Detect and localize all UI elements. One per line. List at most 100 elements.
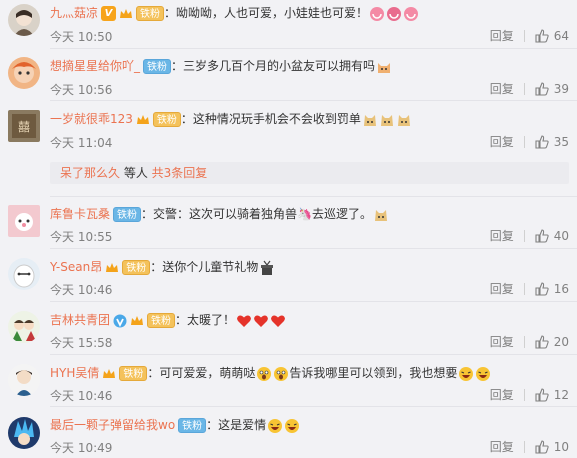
- timestamp: 今天 10:56: [50, 83, 113, 97]
- gift-emoji-icon: [261, 260, 274, 275]
- crown-icon: [131, 315, 144, 325]
- avatar[interactable]: [8, 258, 40, 290]
- avatar[interactable]: [8, 364, 40, 396]
- divider: [50, 248, 577, 249]
- sub-reply-user[interactable]: 呆了那么久: [60, 166, 120, 180]
- avatar[interactable]: [8, 4, 40, 36]
- avatar[interactable]: 囍: [8, 110, 40, 142]
- doge-emoji-icon: [397, 114, 410, 126]
- divider: [50, 301, 577, 302]
- thumbs-up-icon: [535, 28, 549, 43]
- doge-emoji-icon: [363, 114, 376, 126]
- like-button[interactable]: 20: [535, 335, 569, 349]
- divider: [50, 354, 577, 355]
- username[interactable]: 库鲁卡瓦桑: [50, 207, 110, 221]
- timestamp: 今天 10:50: [50, 30, 113, 44]
- reply-button[interactable]: 回复: [490, 27, 514, 44]
- blue-verified-icon: [113, 314, 127, 327]
- lollipop-emoji-icon: [387, 6, 402, 21]
- like-button[interactable]: 64: [535, 29, 569, 43]
- lollipop-emoji-icon: [370, 6, 385, 21]
- svg-text:囍: 囍: [18, 120, 30, 134]
- shocked-face-emoji-icon: [257, 366, 272, 381]
- avatar[interactable]: [8, 205, 40, 237]
- divider: [50, 48, 577, 49]
- divider: [523, 335, 525, 348]
- comment-text: ：这种情况玩手机会不会收到罚单: [180, 112, 361, 126]
- username[interactable]: Y-Sean昂: [50, 260, 102, 274]
- divider: [523, 440, 525, 453]
- divider: [50, 406, 577, 407]
- fan-badge: 铁粉: [122, 260, 151, 275]
- reply-button[interactable]: 回复: [490, 133, 514, 150]
- like-count: 39: [553, 81, 569, 96]
- like-count: 10: [553, 439, 569, 454]
- username[interactable]: 一岁就很乖123: [50, 112, 133, 126]
- comment-text: ：这是爱情: [206, 418, 267, 432]
- thumbs-up-icon: [535, 134, 549, 149]
- reply-button[interactable]: 回复: [490, 333, 514, 350]
- avatar[interactable]: [8, 57, 40, 89]
- like-count: 20: [553, 334, 569, 349]
- like-button[interactable]: 10: [535, 440, 569, 454]
- username[interactable]: 九灬菇凉: [50, 6, 98, 20]
- sub-reply-others: 等人: [120, 166, 152, 180]
- heart-icon: [271, 315, 285, 327]
- like-button[interactable]: 39: [535, 82, 569, 96]
- comment-text: ：呦呦呦，人也可爱，小娃娃也可爱！: [164, 6, 369, 20]
- thumbs-up-icon: [535, 439, 549, 454]
- heart-icon: [237, 315, 251, 327]
- fan-badge: 铁粉: [178, 418, 207, 433]
- reply-button[interactable]: 回复: [490, 80, 514, 97]
- fan-badge: 铁粉: [152, 112, 181, 127]
- fan-badge: 铁粉: [147, 313, 176, 328]
- verified-badge-icon: V: [101, 6, 117, 21]
- divider: [50, 196, 577, 197]
- comment-text: ：送你个儿童节礼物: [150, 260, 259, 274]
- username[interactable]: 想摘星星给你吖_: [50, 59, 140, 73]
- thumbs-up-icon: [535, 281, 549, 296]
- heart-icon: [254, 315, 268, 327]
- timestamp: 今天 10:55: [50, 230, 113, 244]
- comment-text: ：交警：这次可以骑着独角兽🦄去巡逻了。: [141, 207, 372, 221]
- reply-button[interactable]: 回复: [490, 280, 514, 297]
- crown-icon: [106, 262, 119, 272]
- thumbs-up-icon: [535, 387, 549, 402]
- timestamp: 今天 11:04: [50, 136, 113, 150]
- laughing-face-emoji-icon: [459, 366, 474, 381]
- like-button[interactable]: 35: [535, 135, 569, 149]
- view-replies-link[interactable]: 共3条回复: [152, 166, 208, 180]
- comment-text: ：可可爱爱，萌萌哒: [147, 366, 256, 380]
- divider: [523, 229, 525, 242]
- divider: [523, 135, 525, 148]
- username[interactable]: HYH吴倩: [50, 366, 99, 380]
- like-count: 64: [553, 28, 569, 43]
- divider: [523, 29, 525, 42]
- doge-emoji-icon: [380, 114, 393, 126]
- username[interactable]: 吉林共青团: [50, 313, 110, 327]
- shocked-face-emoji-icon: [274, 366, 289, 381]
- crown-icon: [120, 8, 133, 18]
- like-button[interactable]: 40: [535, 229, 569, 243]
- crown-icon: [103, 368, 116, 378]
- username[interactable]: 最后一颗子弹留给我wo: [50, 418, 175, 432]
- like-button[interactable]: 16: [535, 282, 569, 296]
- laughing-face-emoji-icon: [476, 366, 491, 381]
- reply-button[interactable]: 回复: [490, 386, 514, 403]
- laughing-face-emoji-icon: [285, 418, 300, 433]
- like-count: 12: [553, 387, 569, 402]
- like-button[interactable]: 12: [535, 388, 569, 402]
- comment-text: ：三岁多几百个月的小盆友可以拥有吗: [171, 59, 376, 73]
- reply-button[interactable]: 回复: [490, 227, 514, 244]
- fan-badge: 铁粉: [119, 366, 148, 381]
- avatar[interactable]: [8, 311, 40, 343]
- divider: [523, 388, 525, 401]
- divider: [523, 282, 525, 295]
- timestamp: 今天 10:46: [50, 389, 113, 403]
- divider: [523, 82, 525, 95]
- reply-button[interactable]: 回复: [490, 438, 514, 455]
- timestamp: 今天 10:49: [50, 441, 113, 455]
- avatar[interactable]: [8, 417, 40, 449]
- fan-badge: 铁粉: [136, 6, 165, 21]
- timestamp: 今天 15:58: [50, 336, 113, 350]
